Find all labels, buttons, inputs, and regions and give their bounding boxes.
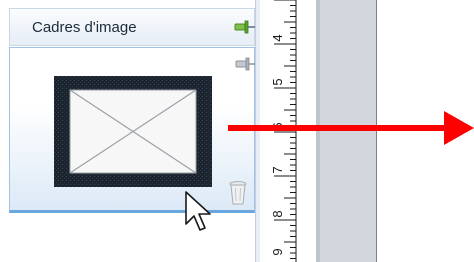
red-arrow [228,111,474,145]
arrow-cursor-icon [185,191,211,231]
